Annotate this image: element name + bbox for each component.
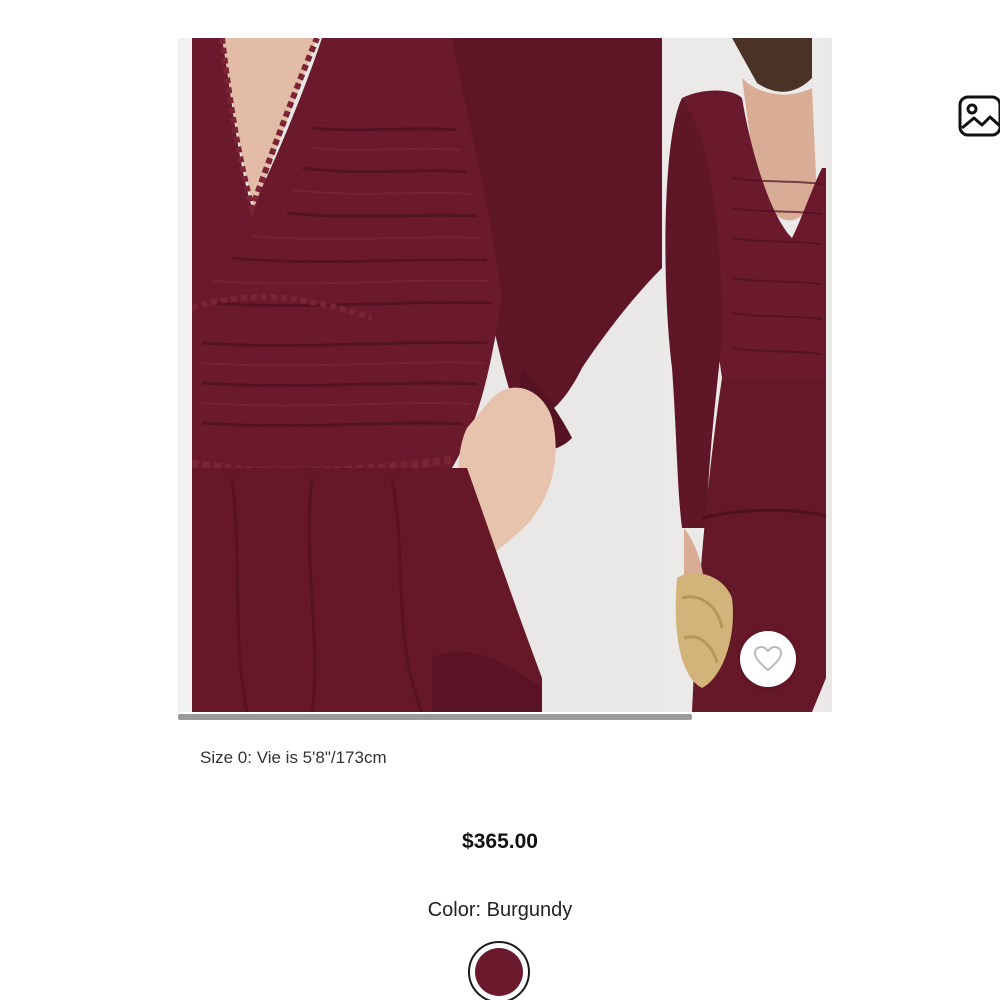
heart-outline-icon (753, 645, 783, 672)
dress-closeup-illustration (192, 38, 662, 712)
model-size-note: Size 0: Vie is 5'8"/173cm (200, 748, 387, 767)
product-image-gallery[interactable] (178, 38, 832, 720)
swatch-color-fill (475, 948, 523, 996)
product-page: Size 0: Vie is 5'8"/173cm $365.00 Color:… (0, 0, 1000, 1000)
image-icon (958, 95, 1000, 137)
gallery-scrollbar[interactable] (178, 714, 692, 720)
product-price: $365.00 (462, 830, 538, 853)
color-swatch-burgundy[interactable] (468, 941, 530, 1000)
full-model-illustration (662, 38, 826, 712)
secondary-product-photo[interactable] (662, 38, 826, 712)
gallery-edge (178, 38, 192, 712)
view-image-button[interactable] (958, 94, 1000, 140)
color-label: Color: Burgundy (427, 899, 573, 921)
wishlist-button[interactable] (740, 631, 796, 687)
